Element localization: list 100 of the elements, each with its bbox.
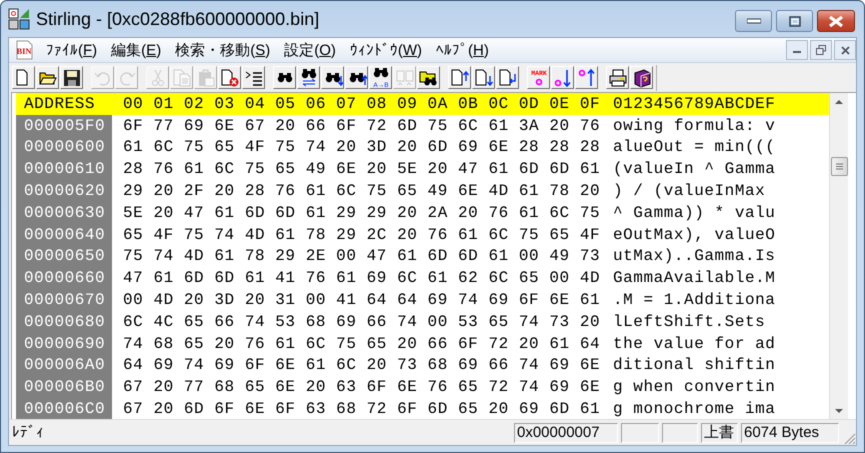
page-down-arrow-icon [474,68,494,88]
edit-mode: 上書 [701,422,738,442]
hex-bytes: 5E 20 47 61 6D 6D 61 29 29 20 2A 20 76 61 6C 75 [123,204,602,222]
print-button[interactable] [606,66,629,89]
menu-item[interactable]: 設定(O) [277,40,343,60]
address-cell: 00000640 [16,224,112,246]
printer-icon [608,68,628,88]
ascii-text: utMax)..Gamma.Is [613,247,776,266]
cursor-position: 0x00000007 [514,422,618,442]
hex-bytes: 6F 77 69 6E 67 20 66 6F 72 6D 75 6C 61 3A 20 76 [123,116,602,135]
page-up-button[interactable] [448,66,471,89]
search-button[interactable] [273,66,296,89]
menu-item[interactable]: 検索・移動(S) [168,40,278,60]
hex-bytes: 6C 4C 65 66 74 53 68 69 66 74 00 53 65 74 73 20 [123,312,602,331]
app-icon [8,8,30,30]
hex-bytes: 00 4D 20 3D 20 31 00 41 64 64 69 74 69 6F 6E 61 [123,291,602,310]
page-down-button[interactable] [472,66,495,89]
ascii-text: GammaAvailable.M [613,269,776,288]
address-cell: 00000690 [16,332,112,355]
window-title: Stirling - [0xc0288fb600000000.bin] [36,8,320,30]
minimize-button[interactable] [786,40,808,60]
close-button[interactable] [817,10,855,32]
menu-item[interactable]: ﾌｧｲﾙ(F) [39,42,104,58]
column-header: 00 01 02 03 04 05 06 07 08 09 0A 0B 0C 0D 0E 0F [123,94,602,113]
hex-bytes: 47 61 6D 6D 61 41 76 61 69 6C 61 62 6C 65 00 4D [123,269,602,288]
copy-icon [172,68,192,88]
close-icon [840,46,850,54]
page-return-button[interactable] [496,66,519,89]
find-previous-button[interactable] [345,66,368,89]
menu-item[interactable]: ｳｨﾝﾄﾞｳ(W) [342,42,430,58]
save-button[interactable] [60,66,83,89]
hex-bytes: 61 6C 75 65 4F 75 74 20 3D 20 6D 69 6E 28 28 28 [123,138,602,156]
status-message: ﾚﾃﾞｨ [11,424,45,441]
ascii-text: owing formula: v [613,116,776,135]
address-cell: 00000670 [16,289,112,311]
mark-up-arrow-icon [576,68,596,88]
close-file-button[interactable] [218,66,241,89]
address-cell: 000006A0 [16,354,112,376]
minimize-icon [746,18,760,24]
address-cell: 00000660 [16,267,112,290]
help-button[interactable] [630,66,653,89]
hex-bytes: 67 20 6D 6F 6E 6F 63 68 72 6F 6D 65 20 69 6D 61 [123,400,602,418]
ascii-text: eOutMax), valueO [613,226,776,244]
two-pages-icon [394,68,414,88]
column-header: 0123456789ABCDEF [613,94,776,113]
restore-button[interactable] [810,40,832,60]
list-button[interactable] [242,66,265,89]
ascii-text: .M = 1.Additiona [613,291,776,310]
maximize-icon [788,16,800,26]
address-cell: 000006C0 [16,398,112,419]
address-cell: 00000610 [16,158,112,180]
maximize-button[interactable] [776,10,813,32]
menu-item[interactable]: 編集(E) [104,40,168,60]
find-in-folder-button[interactable] [417,66,440,89]
page-up-arrow-icon [450,68,470,88]
hex-bytes: 65 4F 75 74 4D 61 78 29 2C 20 76 61 6C 75 65 4F [123,226,602,244]
restore-icon [816,45,826,55]
hex-bytes: 29 20 2F 20 28 76 61 6C 75 65 49 6E 4D 61 78 20 [123,182,602,200]
hex-bytes: 64 69 74 69 6F 6E 61 6C 20 73 68 69 66 74 69 6E [123,356,602,374]
up-arrow-icon [835,98,843,104]
down-arrow-icon [835,408,843,414]
vertical-scrollbar[interactable] [829,93,848,419]
ascii-text: ^ Gamma)) * valu [613,204,776,222]
new-file-button[interactable] [12,66,35,89]
minimize-button[interactable] [735,10,772,32]
address-cell: 00000650 [16,246,112,268]
address-cell: 00000600 [16,136,112,158]
hex-bytes: 74 68 65 20 76 61 6C 75 65 20 66 6F 72 20 61 64 [123,334,602,353]
status-panel [662,422,698,442]
ascii-text: alueOut = min((( [613,138,776,156]
hex-bytes: 28 76 61 6C 75 65 49 6E 20 5E 20 47 61 6D 6D 61 [123,160,602,178]
hex-bytes: 67 20 77 68 65 6E 20 63 6F 6E 76 65 72 74 69 6E [123,378,602,396]
status-panel [621,422,659,442]
address-cell: 000005F0 [16,114,112,137]
next-mark-button[interactable] [551,66,574,89]
ascii-text: ) / (valueInMax [613,182,766,200]
address-cell: 00000620 [16,180,112,202]
open-button[interactable] [36,66,59,89]
ascii-text: g monochrome ima [613,400,776,418]
address-cell: 000006B0 [16,376,112,398]
address-cell: 00000680 [16,310,112,333]
hex-bytes: 75 74 4D 61 78 29 2E 00 47 61 6D 6D 61 00 49 73 [123,247,602,266]
close-button[interactable] [834,40,856,60]
resize-grip-icon [842,431,856,445]
help-book-icon [632,68,652,88]
replace-button[interactable] [297,66,320,89]
column-header: ADDRESS [23,94,96,115]
page-return-arrow-icon [498,68,518,88]
ascii-text: ditional shiftin [613,356,776,374]
ascii-text: g when convertin [613,378,776,396]
ascii-text: (valueIn ^ Gamma [613,160,776,178]
file-size: 6074 Bytes [741,422,839,442]
address-cell: 00000630 [16,202,112,224]
ascii-text: the value for ad [613,334,776,353]
previous-mark-button[interactable] [575,66,598,89]
find-next-button[interactable] [321,66,344,89]
close-icon [828,14,844,28]
scroll-thumb[interactable] [830,156,848,176]
menu-item[interactable]: ﾍﾙﾌﾟ(H) [429,42,496,58]
mark-down-arrow-icon [552,68,572,88]
